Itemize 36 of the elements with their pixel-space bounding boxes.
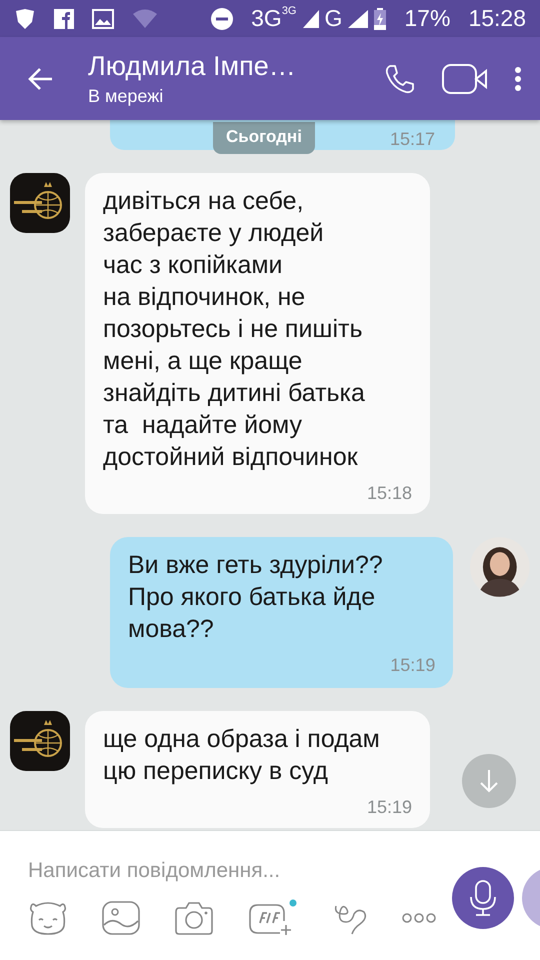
image-icon — [92, 8, 114, 28]
message-time: 15:19 — [390, 655, 436, 676]
contact-status: В мережі — [88, 86, 164, 106]
contact-name[interactable]: Людмила Імпе… — [88, 50, 358, 82]
battery-icon — [374, 8, 386, 30]
message-time: 15:18 — [366, 483, 412, 504]
message-input[interactable]: Написати повідомлення... — [28, 856, 452, 886]
clock: 15:28 — [468, 5, 526, 32]
message-text: Ви вже геть здуріли?? Про якого батька йде мова?? — [128, 550, 384, 645]
wifi-icon — [132, 8, 158, 30]
signal-icon — [302, 10, 318, 28]
message-time: 15:19 — [366, 797, 412, 818]
signal-icon — [348, 10, 368, 28]
gif-icon[interactable] — [248, 899, 298, 937]
network-label: 3G — [251, 5, 282, 32]
shield-icon — [14, 8, 36, 30]
battery-level: 17% — [404, 5, 450, 32]
avatar[interactable] — [10, 711, 70, 771]
gallery-icon[interactable] — [102, 901, 140, 935]
avatar[interactable] — [10, 173, 70, 233]
message-text: дивіться на себе, забераєте у людей час з копійками на відпочинок, не позорьтесь і не пишіть мені, а ще краще знайдіть дитині батька та надайте йому достойний відпочинок — [103, 186, 366, 473]
more-icon[interactable] — [514, 66, 522, 92]
back-icon[interactable] — [28, 66, 54, 90]
microphone-button[interactable] — [452, 867, 514, 929]
sticker-icon[interactable] — [28, 900, 68, 936]
camera-icon[interactable] — [174, 900, 214, 936]
facebook-icon — [54, 8, 74, 28]
date-chip: Сьогодні — [213, 122, 315, 154]
network-label: 3G — [282, 5, 296, 17]
phone-icon[interactable] — [384, 62, 416, 94]
message-time: 15:17 — [390, 129, 435, 150]
more-options-icon[interactable] — [402, 913, 436, 923]
network-label: G — [324, 5, 342, 32]
message-text: ще одна образа і подам цю переписку в суд — [103, 724, 381, 787]
video-camera-icon[interactable] — [442, 64, 488, 94]
do-not-disturb-icon — [211, 8, 234, 30]
